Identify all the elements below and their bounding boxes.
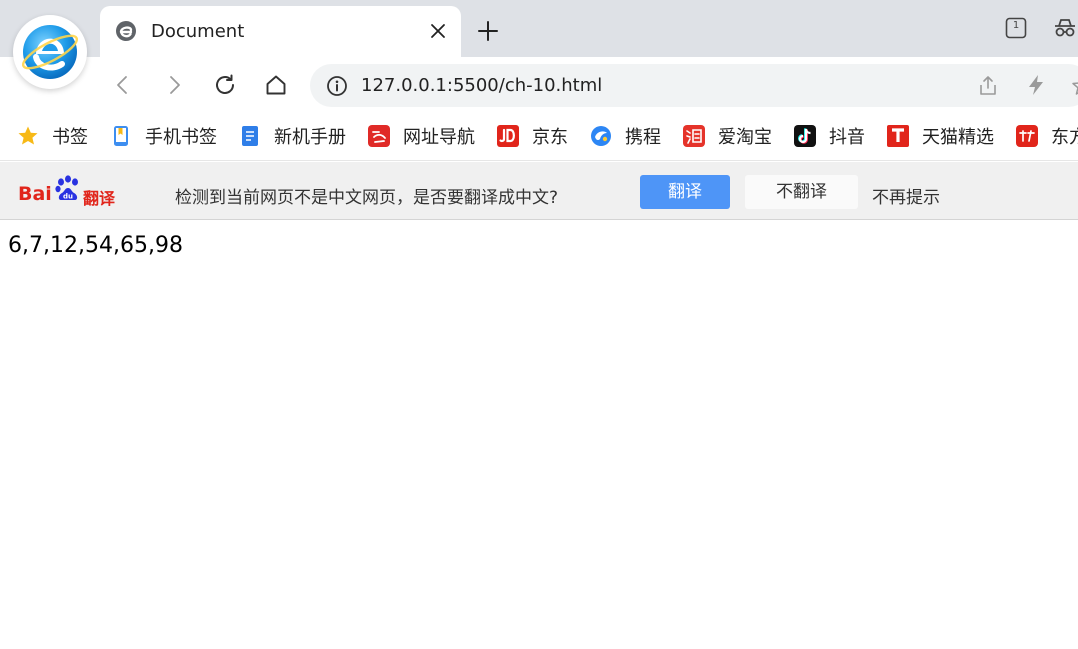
address-bar[interactable]: 127.0.0.1:5500/ch-10.html [310, 64, 1078, 107]
bookmark-label: 爱淘宝 [718, 127, 772, 148]
translate-message: 检测到当前网页不是中文网页，是否要翻译成中文? [175, 188, 559, 208]
tab-count: 1 [1012, 20, 1020, 31]
bookmark-label: 网址导航 [403, 127, 475, 148]
browser-logo-icon [22, 25, 78, 79]
nav-icon [368, 125, 390, 147]
tab-title: Document [151, 21, 245, 42]
tab-strip: Document 1 [0, 0, 1078, 57]
baidu-logo-text: Bai [18, 183, 52, 205]
taobao-icon [683, 125, 705, 147]
home-icon[interactable] [264, 73, 288, 97]
browser-toolbar: 127.0.0.1:5500/ch-10.html [0, 57, 1078, 113]
baidu-logo-suffix: 翻译 [83, 189, 116, 208]
bookmark-item[interactable]: 京东 [496, 122, 568, 150]
bookmark-item[interactable]: 东方 [1015, 122, 1078, 150]
star-icon [18, 126, 38, 145]
reload-icon[interactable] [213, 73, 237, 97]
bookmark-label: 手机书签 [145, 127, 217, 148]
bookmark-item[interactable]: 爱淘宝 [682, 122, 772, 150]
bookmark-label: 京东 [532, 127, 568, 148]
phone-bookmark-icon [114, 126, 128, 146]
bookmark-item[interactable]: 抖音 [793, 122, 865, 150]
document-favicon-icon [116, 21, 136, 41]
bookmarks-bar: 书签 手机书签 新机手册 网址导航 京东 携程 爱淘宝 抖音 天猫精选 东 [0, 113, 1078, 161]
favorite-star-icon[interactable] [1070, 74, 1078, 98]
bookmark-item[interactable]: 网址导航 [367, 122, 475, 150]
tab-count-button[interactable]: 1 [1004, 16, 1028, 40]
no-translate-button[interactable]: 不翻译 [745, 175, 858, 209]
lightning-icon[interactable] [1024, 73, 1048, 97]
bookmark-label: 天猫精选 [922, 127, 994, 148]
bookmark-item[interactable]: 携程 [589, 122, 661, 150]
ctrip-icon [591, 126, 611, 146]
bookmark-label: 东方 [1051, 127, 1078, 148]
svg-text:du: du [63, 193, 73, 201]
tab-document[interactable]: Document [100, 6, 461, 57]
dont-show-again-link[interactable]: 不再提示 [872, 183, 940, 208]
bookmark-label: 抖音 [829, 127, 865, 148]
page-content: 6,7,12,54,65,98 [0, 221, 1078, 649]
bookmark-item[interactable]: 书签 [16, 122, 88, 150]
close-icon[interactable] [426, 19, 450, 43]
share-icon[interactable] [976, 74, 1000, 98]
bookmark-item[interactable]: 天猫精选 [886, 122, 994, 150]
bookmark-label: 书签 [52, 127, 88, 148]
manual-icon [242, 126, 258, 146]
output-text: 6,7,12,54,65,98 [8, 233, 183, 258]
forward-icon[interactable] [162, 73, 186, 97]
incognito-icon[interactable] [1052, 16, 1078, 40]
bookmark-label: 新机手册 [274, 127, 346, 148]
dongfang-icon [1016, 125, 1038, 147]
bookmark-item[interactable]: 手机书签 [109, 122, 217, 150]
jd-icon [497, 125, 519, 147]
browser-logo[interactable] [13, 15, 87, 89]
info-icon[interactable] [326, 75, 348, 97]
url-text[interactable]: 127.0.0.1:5500/ch-10.html [361, 75, 602, 96]
bookmark-item[interactable]: 新机手册 [238, 122, 346, 150]
bookmark-label: 携程 [625, 127, 661, 148]
baidu-translate-logo: Bai du 翻译 [16, 171, 120, 209]
new-tab-button[interactable] [476, 19, 500, 43]
translate-button[interactable]: 翻译 [640, 175, 730, 209]
back-icon[interactable] [111, 73, 135, 97]
baidu-paw-icon: du [55, 175, 78, 201]
tmall-icon [887, 125, 909, 147]
douyin-icon [794, 125, 816, 147]
translate-bar: Bai du 翻译 检测到当前网页不是中文网页，是否要翻译成中文? 翻译 不翻译… [0, 162, 1078, 220]
